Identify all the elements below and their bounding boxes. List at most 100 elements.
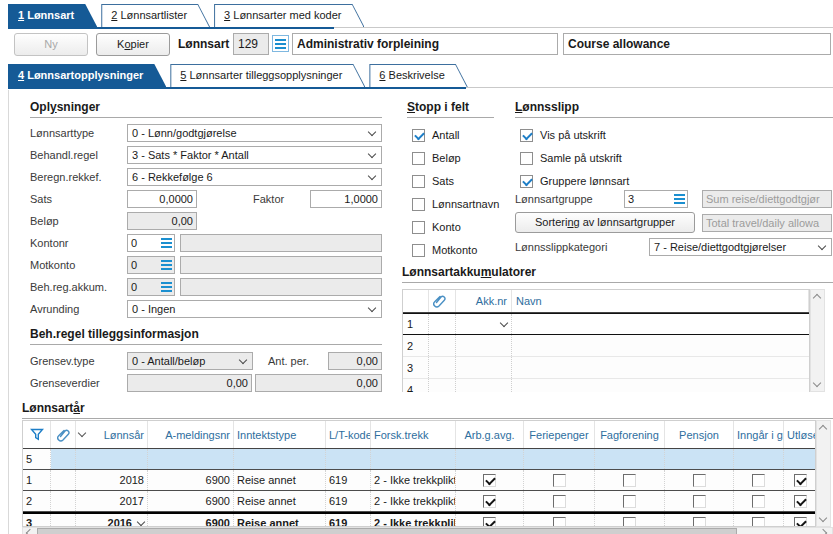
forsk-trekk-header[interactable]: Forsk.trekk — [371, 421, 456, 448]
belop-checkbox[interactable] — [412, 152, 425, 165]
filter-icon[interactable] — [23, 421, 51, 448]
grid-lookup-icon[interactable] — [161, 260, 172, 270]
amelding-header[interactable]: A-meldingsnr — [148, 421, 234, 448]
behandl-regel-label: Behandl.regel — [30, 149, 127, 161]
pensjon-header[interactable]: Pensjon — [665, 421, 734, 448]
lonnsartar-row[interactable]: 2 2017 6900 Reise annet 619 2 - Ikke tre… — [23, 491, 815, 512]
pensjon-checkbox[interactable] — [693, 474, 706, 487]
akkumulator-row[interactable]: 1 — [403, 313, 809, 335]
pensjon-checkbox[interactable] — [693, 517, 706, 528]
chevron-down-icon[interactable] — [78, 429, 86, 437]
chevron-down-icon[interactable] — [137, 517, 145, 525]
akkumulator-row[interactable]: 3 — [403, 357, 809, 379]
inngar-checkbox[interactable] — [752, 474, 765, 487]
arb-g-avg-checkbox[interactable] — [483, 474, 496, 487]
fagforening-checkbox[interactable] — [623, 495, 636, 508]
beregn-rekkef-select[interactable]: 6 - Rekkefølge 6 — [127, 168, 382, 186]
scrollbar-thumb[interactable] — [37, 528, 737, 534]
scroll-right-icon[interactable] — [819, 529, 827, 534]
grenseverdi-1-input[interactable]: 0,00 — [127, 374, 252, 392]
lonnsart-name-en-field[interactable]: Course allowance — [563, 33, 831, 55]
konto-label: Konto — [432, 221, 461, 233]
fagforening-header[interactable]: Fagforening — [595, 421, 665, 448]
beh-reg-akkum-input[interactable]: 0 — [127, 278, 175, 296]
scroll-up-icon[interactable] — [819, 425, 827, 433]
copy-button[interactable]: Kopier — [96, 33, 170, 56]
sats-checkbox[interactable] — [412, 175, 425, 188]
akknr-header[interactable]: Akk.nr — [456, 290, 512, 312]
utlose-header[interactable]: Utløse — [784, 421, 816, 448]
lonnsartnavn-checkbox[interactable] — [412, 198, 425, 211]
beregn-rekkef-label: Beregn.rekkef. — [30, 171, 127, 183]
arb-g-avg-header[interactable]: Arb.g.avg. — [456, 421, 524, 448]
grid-lookup-icon[interactable] — [161, 282, 172, 292]
pensjon-checkbox[interactable] — [693, 495, 706, 508]
grid-lookup-icon[interactable] — [161, 238, 172, 248]
fagforening-checkbox[interactable] — [623, 474, 636, 487]
akkumulator-row[interactable]: 4 — [403, 379, 809, 392]
kontonr-input[interactable]: 0 — [127, 234, 175, 252]
tab-tilleggsopplysninger[interactable]: 5 Lønnsarter tilleggsopplysninger — [170, 64, 351, 87]
utlose-checkbox[interactable] — [794, 495, 807, 508]
grid-lookup-icon[interactable] — [674, 194, 685, 204]
lonnsartar-vscrollbar[interactable] — [816, 420, 831, 527]
gruppere-lonnsart-checkbox[interactable] — [520, 175, 533, 188]
inngar-checkbox[interactable] — [752, 517, 765, 528]
lonnsartar-row-selected[interactable]: 3 2016 6900 Reise annet 619 2 - Ikke tre… — [23, 512, 815, 527]
antall-checkbox[interactable] — [412, 129, 425, 142]
utlose-checkbox[interactable] — [794, 474, 807, 487]
sortering-button[interactable]: Sortering av lønnsartgrupper — [515, 212, 695, 233]
ant-per-input[interactable]: 0,00 — [328, 352, 382, 370]
inngar-checkbox[interactable] — [752, 495, 765, 508]
navn-header[interactable]: Navn — [512, 290, 809, 312]
chevron-down-icon[interactable] — [500, 318, 508, 326]
grensev-type-select[interactable]: 0 - Antall/beløp — [127, 352, 253, 370]
lonnsslippkategori-select[interactable]: 7 - Reise/diettgodtgjørelser — [649, 238, 832, 256]
feriepenger-checkbox[interactable] — [553, 517, 566, 528]
tab-beskrivelse[interactable]: 6 Beskrivelse — [369, 64, 453, 87]
lonnsartgruppe-input[interactable]: 3 — [624, 190, 688, 208]
arb-g-avg-checkbox[interactable] — [483, 495, 496, 508]
avrunding-select[interactable]: 0 - Ingen — [127, 300, 382, 318]
lonnsart-code-field[interactable]: 129 — [233, 33, 269, 55]
feriepenger-checkbox[interactable] — [553, 495, 566, 508]
belop-input[interactable]: 0,00 — [127, 212, 197, 230]
scroll-up-icon[interactable] — [813, 294, 821, 302]
vis-pa-utskrift-checkbox[interactable] — [520, 129, 533, 142]
lonnsartar-new-row[interactable]: 5 — [23, 449, 815, 470]
lonnsartar-row[interactable]: 1 2018 6900 Reise annet 619 2 - Ikke tre… — [23, 470, 815, 491]
scroll-down-icon[interactable] — [819, 514, 827, 522]
inngar-header[interactable]: Inngår i gr — [734, 421, 784, 448]
sats-input[interactable]: 0,0000 — [127, 190, 197, 208]
lonnsarttype-select[interactable]: 0 - Lønn/godtgjørelse — [127, 124, 382, 142]
samle-pa-utskrift-checkbox[interactable] — [520, 152, 533, 165]
akkumulatorer-scrollbar[interactable] — [810, 289, 825, 392]
lonnsartar-hscrollbar[interactable] — [22, 527, 833, 534]
paperclip-icon — [429, 290, 456, 312]
tab-lonnsartopplysninger[interactable]: 4 Lønnsartopplysninger — [8, 64, 152, 87]
lonnsart-lookup-button[interactable] — [272, 35, 289, 52]
konto-checkbox[interactable] — [412, 221, 425, 234]
tab-lonnsarter-med-koder[interactable]: 3 Lønnsarter med koder — [214, 4, 350, 27]
faktor-input[interactable]: 1,0000 — [310, 190, 382, 208]
tab-lonnsartlister[interactable]: 2 Lønnsartlister — [101, 4, 196, 27]
motkonto-checkbox[interactable] — [412, 244, 425, 257]
arb-g-avg-checkbox[interactable] — [483, 517, 496, 528]
akkumulator-row[interactable]: 2 — [403, 335, 809, 357]
tab-lonnsart[interactable]: 1 Lønnsart — [8, 4, 83, 27]
lonnsart-name-field[interactable]: Administrativ forpleining — [292, 33, 558, 55]
new-button[interactable]: Ny — [14, 33, 88, 56]
feriepenger-checkbox[interactable] — [553, 474, 566, 487]
inntektstype-header[interactable]: Inntektstype — [234, 421, 326, 448]
lonnsartar-heading: Lønnsartår — [22, 401, 833, 419]
motkonto-input[interactable]: 0 — [127, 256, 175, 274]
scroll-down-icon[interactable] — [813, 379, 821, 387]
behandl-regel-select[interactable]: 3 - Sats * Faktor * Antall — [127, 146, 382, 164]
utlose-checkbox[interactable] — [794, 517, 807, 528]
feriepenger-header[interactable]: Feriepenger — [524, 421, 595, 448]
lt-kode-header[interactable]: L/T-kode — [326, 421, 371, 448]
scroll-left-icon[interactable] — [26, 529, 34, 534]
grenseverdi-2-input[interactable]: 0,00 — [255, 374, 382, 392]
fagforening-checkbox[interactable] — [623, 517, 636, 528]
lonnsar-header[interactable]: Lønnsår — [76, 421, 148, 448]
